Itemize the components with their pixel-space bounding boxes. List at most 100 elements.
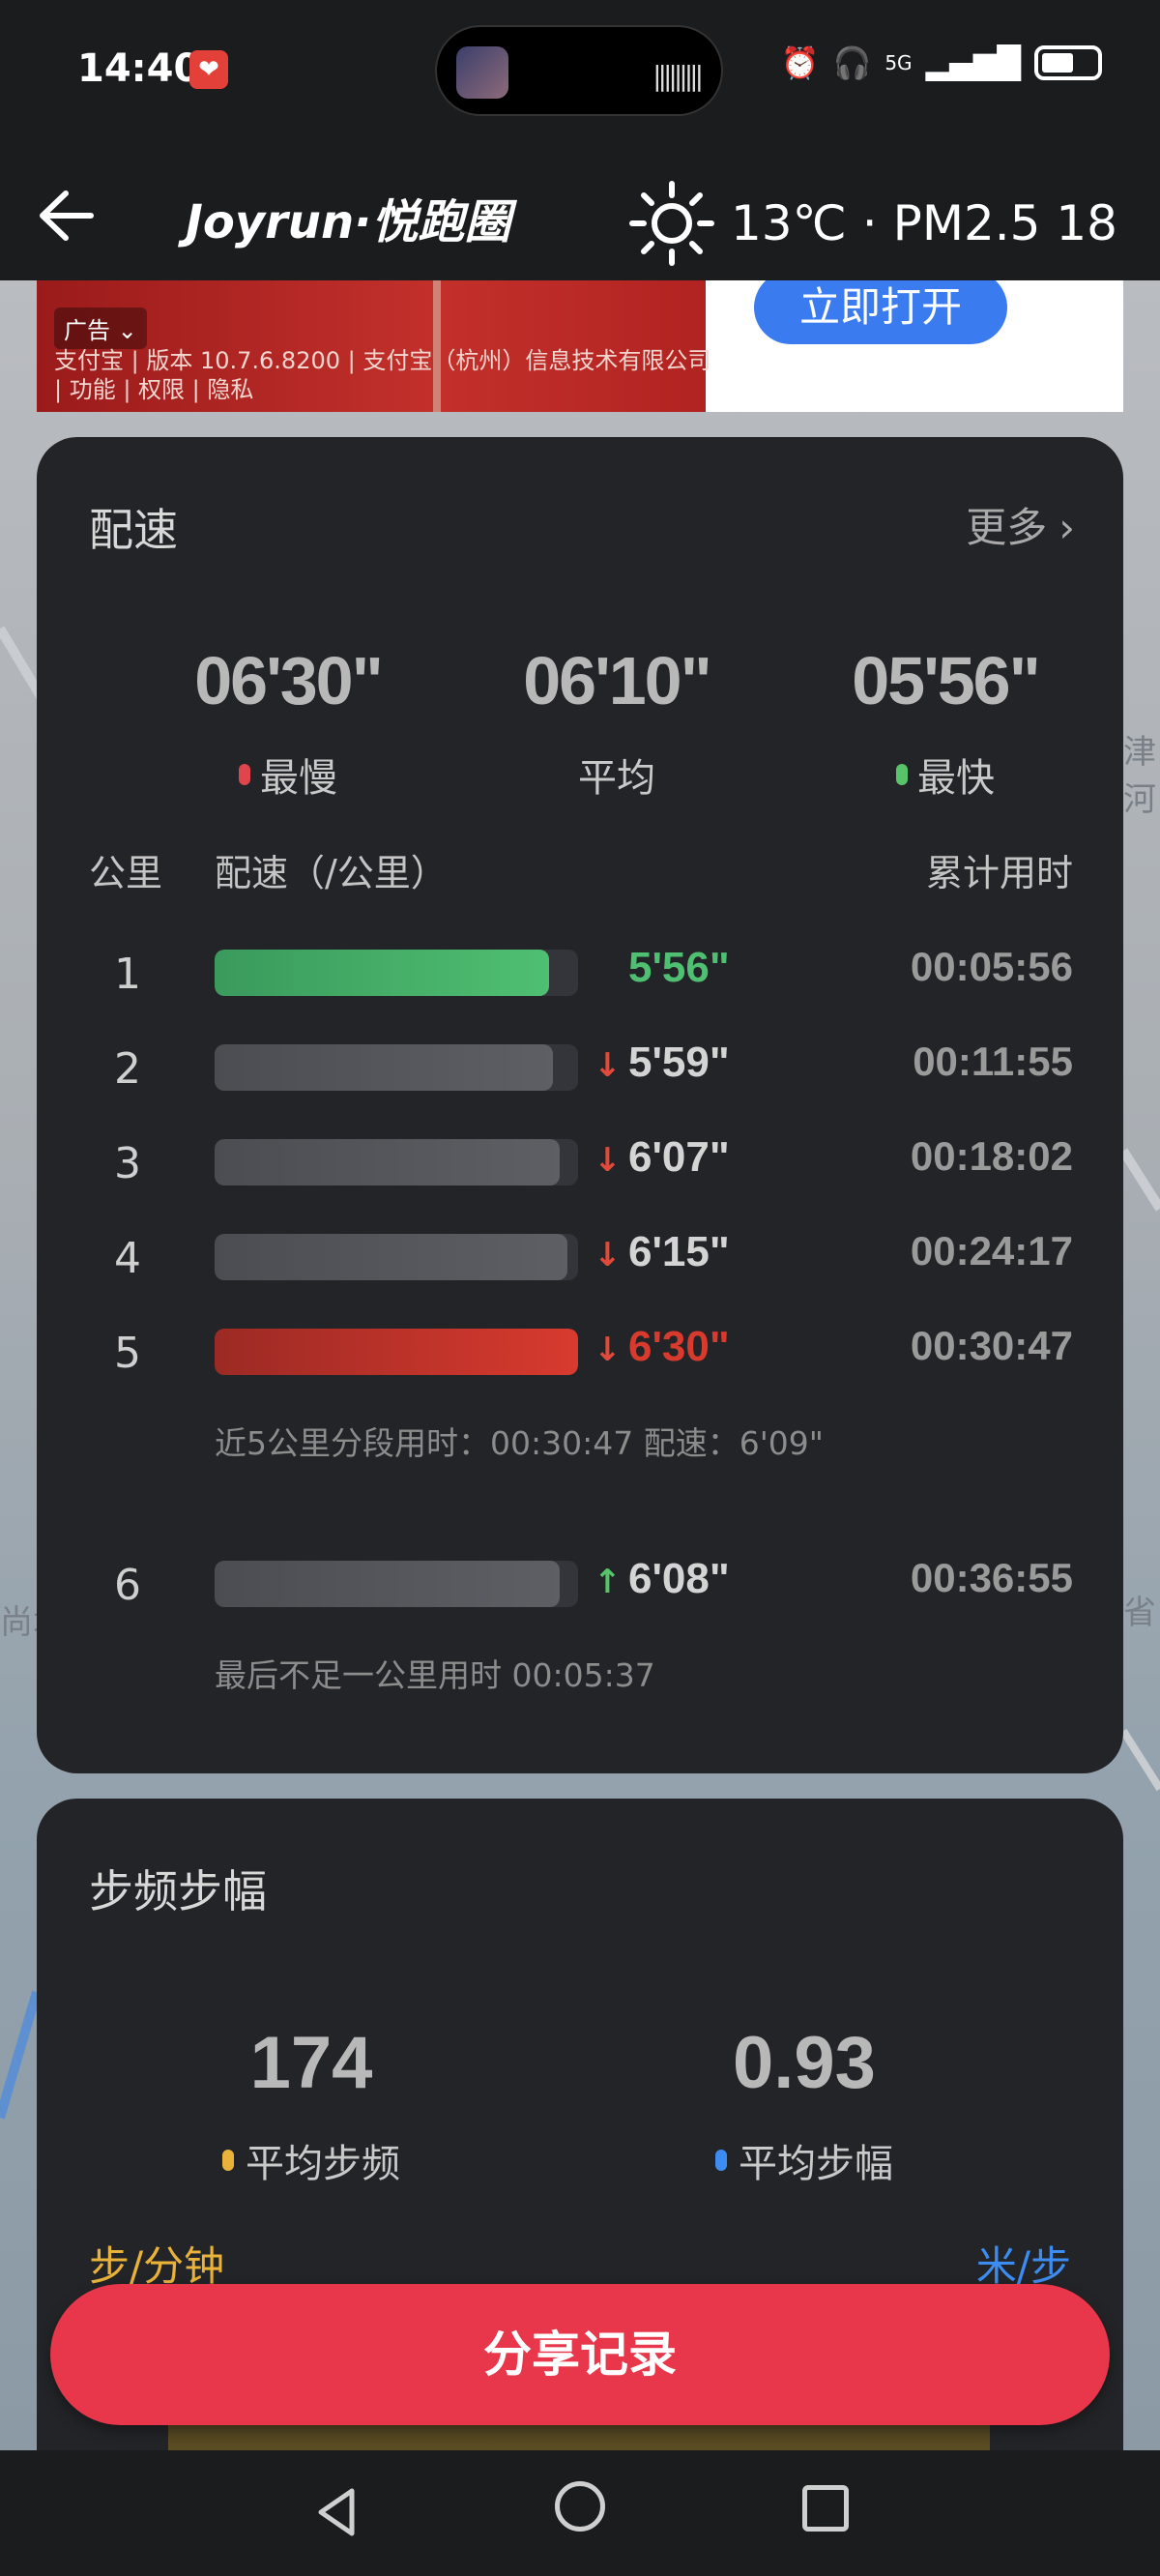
app-brand-logo: Joyrun·悦跑圈 [186,195,511,249]
status-icons: ⏰ 🎧 5G ▂▄▆█ [781,44,1102,81]
legend-dot-icon [715,2150,727,2171]
pace-bar-track [215,1139,578,1186]
pace-bar-track [215,1234,578,1280]
pace-row-value: 5'59" [628,1039,730,1086]
pace-row: 1 5'56" 00:05:56 [37,940,1123,999]
nav-back-icon[interactable] [309,2483,367,2541]
arrow-up-icon: ↑ [594,1563,622,1601]
pace-row-cumulative: 00:18:02 [910,1133,1073,1179]
pace-row-value: 6'30" [628,1323,730,1370]
pace-bar-fill [215,1044,553,1091]
legend-dot-icon [239,764,250,785]
pace-summary-label-text: 平均 [578,756,655,801]
pace-bar-fill [215,950,549,996]
pace-row-value: 6'15" [628,1228,730,1275]
pace-row: 2 ↓ 5'59" 00:11:55 [37,1035,1123,1094]
pace-row: 3 ↓ 6'07" 00:18:02 [37,1129,1123,1188]
pace-bar-fill [215,1561,561,1607]
pace-row-km: 4 [114,1234,141,1283]
final-note: 最后不足一公里用时 00:05:37 [215,1656,655,1694]
pace-row-cumulative: 00:24:17 [910,1228,1073,1273]
ad-disclaimer: 支付宝 | 版本 10.7.6.8200 | 支付宝（杭州）信息技术有限公司 |… [54,347,711,403]
pace-bar-track [215,1561,578,1607]
share-record-button[interactable]: 分享记录 [50,2284,1110,2425]
media-thumbnail-icon [456,46,508,99]
ad-badge-label: 广告 [64,317,110,344]
arrow-down-icon: ↓ [594,1141,622,1180]
status-bar: 14:40 ❤ ||||||||| ⏰ 🎧 5G ▂▄▆█ [0,0,1160,145]
network-label: 5G [884,51,913,74]
pace-summary-label: 最慢 [124,746,452,803]
arrow-down-icon: ↓ [594,1331,622,1369]
legend-dot-icon [222,2150,234,2171]
pace-row-cumulative: 00:05:56 [910,944,1073,989]
pace-row-value: 6'07" [628,1133,730,1181]
arrow-down-icon: ↓ [594,1046,622,1085]
pace-row-km: 5 [114,1329,141,1378]
pace-row: 5 ↓ 6'30" 00:30:47 [37,1319,1123,1378]
arrow-down-icon: ↓ [594,1236,622,1274]
ad-image: 广告 ⌄ 支付宝 | 版本 10.7.6.8200 | 支付宝（杭州）信息技术有… [37,280,710,412]
back-arrow-icon[interactable] [27,182,95,249]
pace-summary-value: 06'30" [194,643,384,718]
pace-row-value: 6'08" [628,1555,730,1602]
pace-row-km: 3 [114,1139,141,1188]
pace-bar-fill [215,1234,567,1280]
pace-summary-item: 05'56" 最快 [781,642,1110,803]
battery-icon [1034,45,1102,80]
pace-row: 4 ↓ 6'15" 00:24:17 [37,1224,1123,1283]
more-label: 更多 [966,504,1048,551]
app-header: Joyrun·悦跑圈 13℃ · PM2.5 18 [0,145,1160,280]
weather-separator: · [861,195,878,251]
ad-open-button[interactable]: 立即打开 [754,280,1007,344]
pace-row-cumulative: 00:11:55 [913,1039,1073,1084]
pace-row-km: 6 [114,1561,141,1610]
dynamic-island[interactable]: ||||||||| [435,25,723,116]
pace-title: 配速 [89,504,178,556]
cadence-stat-label: 平均步幅 [601,2132,1007,2188]
weather-info: 13℃ · PM2.5 18 [628,180,1117,267]
pace-bar-fill [215,1139,561,1186]
system-nav-bar [0,2450,1160,2576]
column-km: 公里 [89,852,163,894]
headphones-icon: 🎧 [832,44,872,81]
pace-row: 6 ↑ 6'08" 00:36:55 [37,1551,1123,1610]
column-pace: 配速（/公里） [215,852,448,894]
alarm-icon: ⏰ [780,44,820,81]
cadence-stat-value: 174 [249,2022,373,2104]
cadence-stat-value: 0.93 [733,2022,876,2104]
nav-recents-icon[interactable] [802,2485,849,2532]
sun-icon [628,181,714,266]
pace-summary-item: 06'10" 平均 [452,642,781,803]
pace-summary-label: 最快 [781,746,1110,803]
pace-summary-label-text: 最慢 [260,756,337,801]
map-label: 津河 [1123,733,1156,819]
more-link[interactable]: 更多 › [966,495,1075,554]
pace-row-cumulative: 00:36:55 [910,1555,1073,1600]
split-note: 近5公里分段用时：00:30:47 配速：6'09" [215,1424,824,1462]
pace-summary-label-text: 最快 [917,756,995,801]
map-label: 省 [1123,1594,1156,1632]
temperature: 13℃ [730,195,847,251]
column-cumulative: 累计用时 [925,852,1073,894]
chevron-right-icon: › [1058,504,1075,551]
pace-row-value: 5'56" [628,944,730,991]
pace-summary-value: 06'10" [523,643,712,718]
pace-summary-item: 06'30" 最慢 [124,642,452,803]
pace-row-cumulative: 00:30:47 [910,1323,1073,1368]
pace-card: 配速 更多 › 06'30" 最慢 06'10" 平均 05'56" 最快 公里 配速（/公… [37,437,1123,1773]
ad-badge[interactable]: 广告 ⌄ [54,307,147,349]
pace-row-km: 2 [114,1044,141,1094]
pace-row-km: 1 [114,950,141,999]
cadence-stat-label-text: 平均步幅 [739,2142,893,2186]
audio-wave-icon: ||||||||| [652,60,704,92]
nav-home-icon[interactable] [555,2481,605,2532]
pace-bar-fill [215,1329,578,1375]
pace-bar-track [215,1044,578,1091]
cadence-title: 步频步幅 [89,1865,267,1917]
cadence-stat-label-text: 平均步频 [246,2142,400,2186]
cadence-stat: 174 平均步频 [108,2021,514,2188]
pace-summary-label: 平均 [452,746,781,803]
legend-dot-icon [896,764,908,785]
ad-banner[interactable]: 广告 ⌄ 支付宝 | 版本 10.7.6.8200 | 支付宝（杭州）信息技术有… [37,280,1123,412]
